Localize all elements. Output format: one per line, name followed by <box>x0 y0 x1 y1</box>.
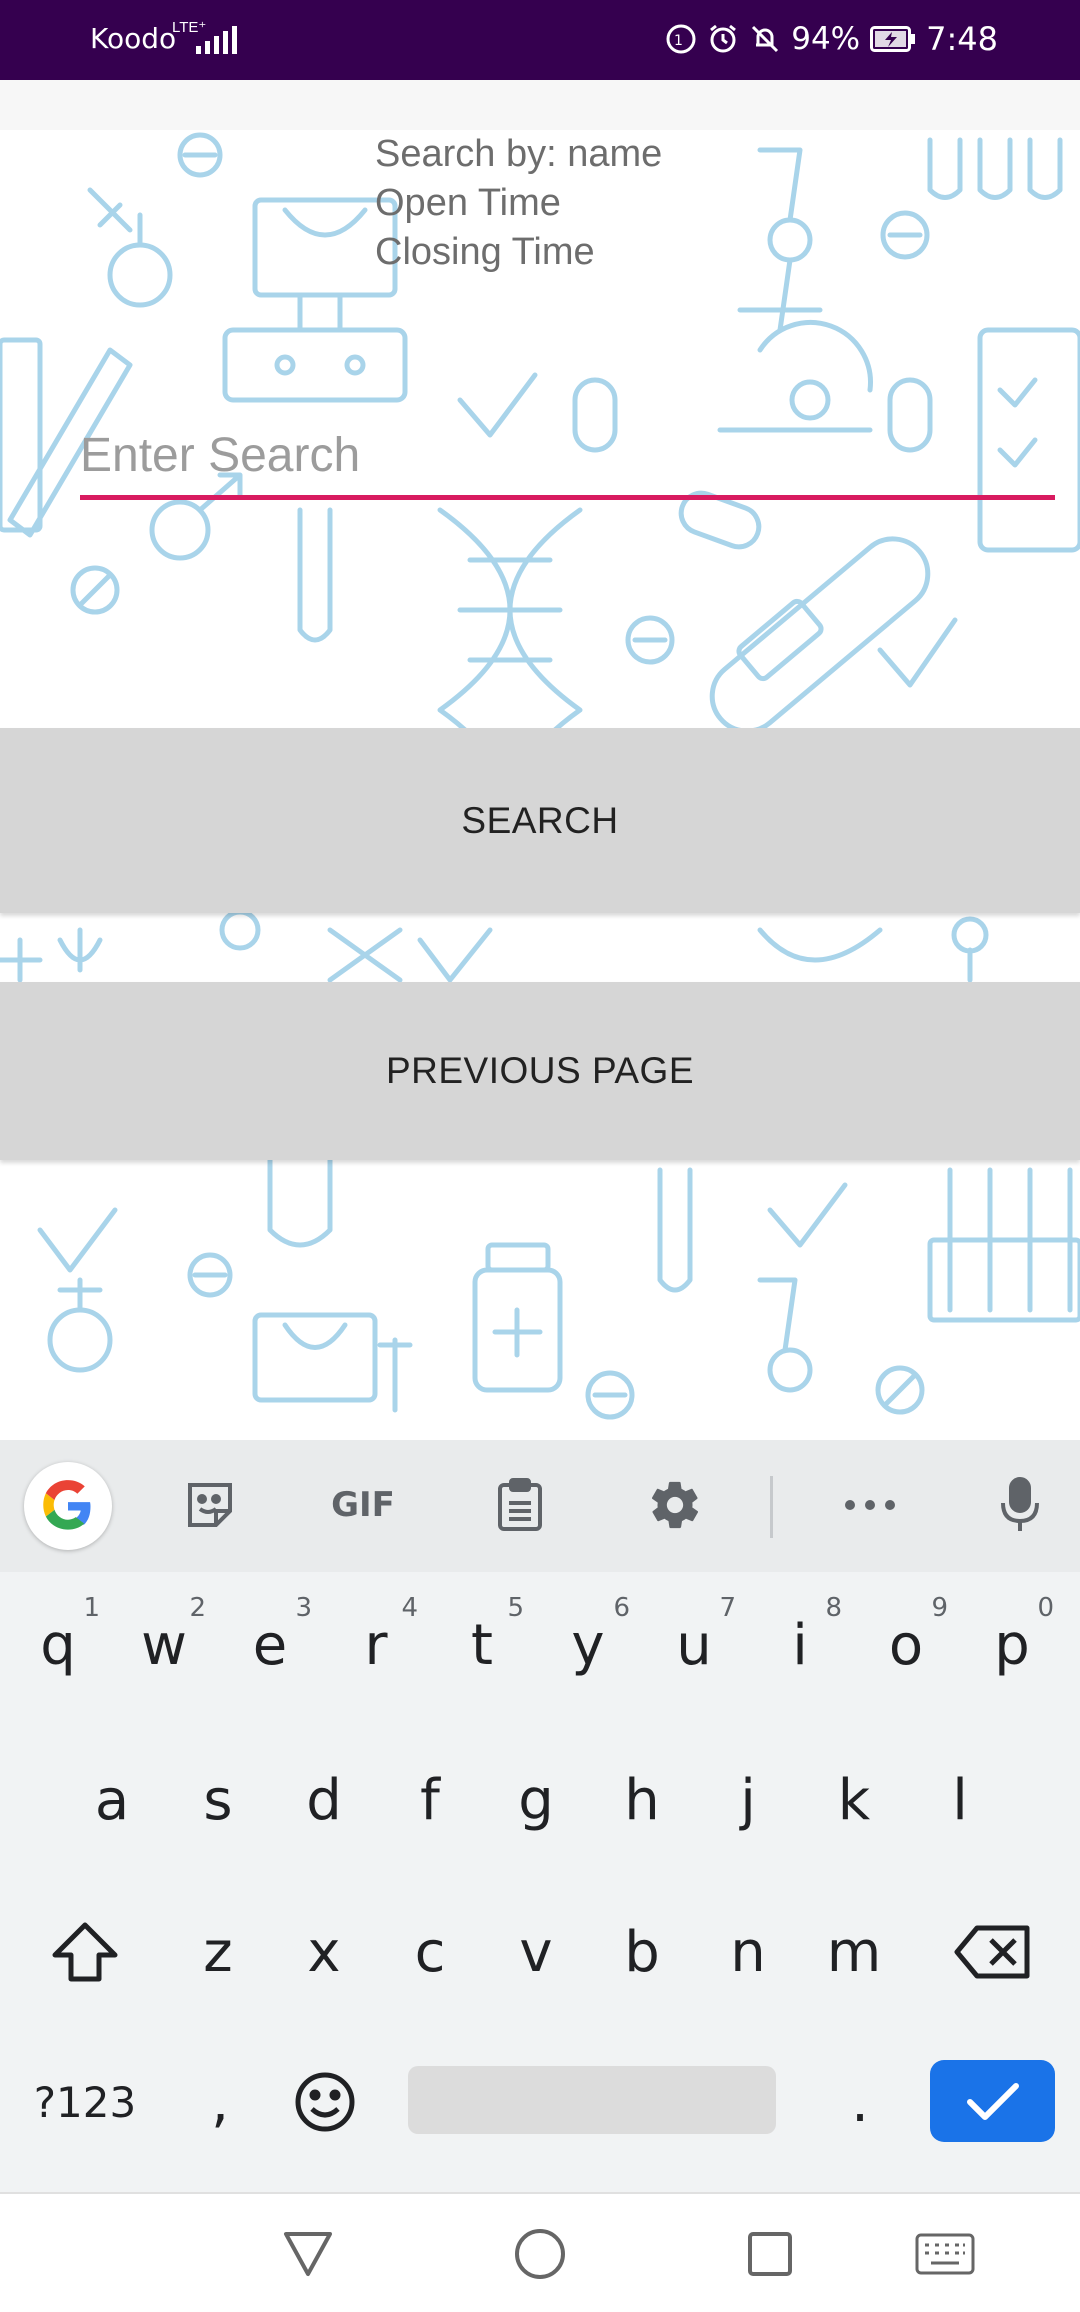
checkmark-icon <box>966 2083 1019 2120</box>
key-r[interactable]: r4 <box>326 1593 426 1695</box>
clock: 7:48 <box>926 20 998 58</box>
key-v[interactable]: v <box>486 1902 586 2002</box>
key-n[interactable]: n <box>698 1902 798 2002</box>
carrier-name: Koodo <box>90 22 177 55</box>
key-a[interactable]: a <box>62 1750 162 1850</box>
comma-key[interactable]: , <box>170 2052 270 2152</box>
key-u[interactable]: u7 <box>644 1593 744 1695</box>
signal-icon <box>196 26 237 54</box>
closing-time-label: Closing Time <box>375 231 595 273</box>
search-button[interactable]: SEARCH <box>0 728 1080 913</box>
key-l[interactable]: l <box>910 1750 1010 1850</box>
home-circle-icon <box>515 2229 565 2279</box>
mute-icon <box>752 25 779 53</box>
backspace-key[interactable] <box>940 1902 1045 2002</box>
more-options-icon[interactable] <box>838 1470 902 1540</box>
key-y[interactable]: y6 <box>538 1593 638 1695</box>
status-bar: Koodo LTE⁺ 1 94% 7:48 <box>0 0 1080 80</box>
navigation-bar <box>0 2192 1080 2312</box>
key-b[interactable]: b <box>592 1902 692 2002</box>
key-i[interactable]: i8 <box>750 1593 850 1695</box>
key-e[interactable]: e3 <box>220 1593 320 1695</box>
key-s[interactable]: s <box>168 1750 268 1850</box>
recents-square-icon <box>748 2232 792 2276</box>
keyboard-toggle-button[interactable] <box>915 2224 975 2284</box>
google-logo-icon[interactable] <box>24 1462 112 1550</box>
back-button[interactable] <box>278 2224 338 2284</box>
home-button[interactable] <box>510 2224 570 2284</box>
key-f[interactable]: f <box>380 1750 480 1850</box>
enter-key[interactable] <box>930 2060 1055 2142</box>
key-q[interactable]: q1 <box>8 1593 108 1695</box>
status-icons: 1 94% 7:48 <box>665 20 998 58</box>
key-z[interactable]: z <box>168 1902 268 2002</box>
key-c[interactable]: c <box>380 1902 480 2002</box>
space-key[interactable] <box>408 2066 776 2134</box>
keyboard-icon <box>915 2233 975 2275</box>
shift-arrow-icon <box>52 1922 118 1982</box>
battery-charging-icon <box>870 26 916 52</box>
key-x[interactable]: x <box>274 1902 374 2002</box>
search-field[interactable] <box>80 420 1055 500</box>
previous-page-button[interactable]: PREVIOUS PAGE <box>0 982 1080 1160</box>
key-g[interactable]: g <box>486 1750 586 1850</box>
key-t[interactable]: t5 <box>432 1593 532 1695</box>
search-by-name-label: Search by: name <box>375 133 663 175</box>
emoji-key[interactable] <box>275 2052 375 2152</box>
recents-button[interactable] <box>740 2224 800 2284</box>
open-time-label: Open Time <box>375 182 561 224</box>
key-o[interactable]: o9 <box>856 1593 956 1695</box>
soft-keyboard: GIF q1 w2 e3 r4 t5 y6 u7 i8 o9 p0 a s d … <box>0 1440 1080 2192</box>
main-content: Search by: name Open Time Closing Time S… <box>0 130 1080 1440</box>
emoji-icon <box>295 2072 355 2132</box>
settings-gear-icon[interactable] <box>645 1470 705 1540</box>
gif-button[interactable]: GIF <box>318 1470 408 1540</box>
keyboard-toolbar: GIF <box>0 1440 1080 1572</box>
sticker-icon[interactable] <box>178 1470 242 1540</box>
toolbar-band <box>0 80 1080 130</box>
period-key[interactable]: . <box>810 2052 910 2152</box>
search-criteria-text: Search by: name Open Time Closing Time <box>375 130 875 277</box>
key-d[interactable]: d <box>274 1750 374 1850</box>
toolbar-divider <box>770 1476 773 1538</box>
microphone-icon[interactable] <box>990 1470 1050 1540</box>
alarm-icon <box>710 24 737 53</box>
key-k[interactable]: k <box>804 1750 904 1850</box>
clipboard-icon[interactable] <box>490 1470 550 1540</box>
key-h[interactable]: h <box>592 1750 692 1850</box>
svg-text:1: 1 <box>674 33 683 49</box>
search-input[interactable] <box>80 420 1055 490</box>
symbols-key[interactable]: ?123 <box>20 2052 150 2152</box>
shift-key[interactable] <box>35 1902 135 2002</box>
battery-percent: 94% <box>791 21 861 57</box>
backspace-icon <box>954 1925 1029 1979</box>
data-saver-icon: 1 <box>666 24 696 54</box>
key-j[interactable]: j <box>698 1750 798 1850</box>
key-w[interactable]: w2 <box>114 1593 214 1695</box>
key-m[interactable]: m <box>804 1902 904 2002</box>
back-triangle-icon <box>284 2232 332 2276</box>
key-p[interactable]: p0 <box>962 1593 1062 1695</box>
